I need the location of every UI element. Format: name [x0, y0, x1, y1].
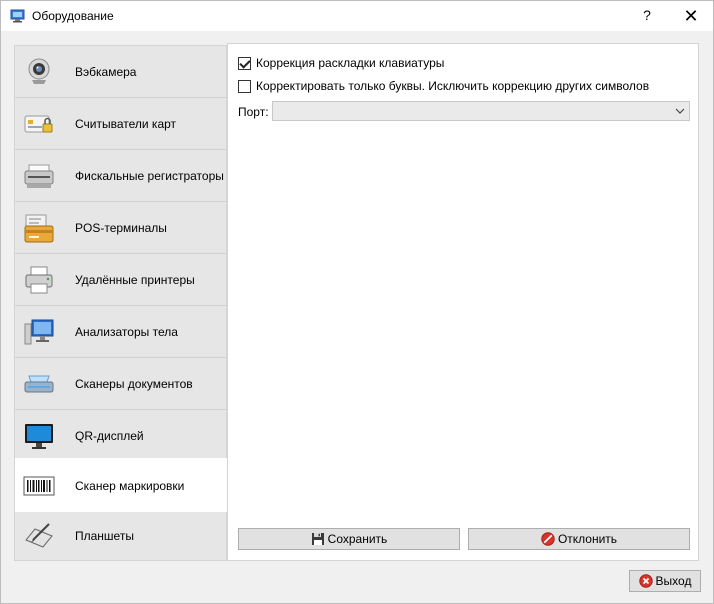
sidebar-item-label: QR-дисплей: [75, 429, 144, 443]
cancel-icon: [541, 532, 555, 546]
port-label: Порт:: [238, 105, 269, 119]
pos-terminal-icon: [24, 214, 54, 243]
reject-button[interactable]: Отклонить: [468, 528, 690, 550]
keyboard-layout-correction-label: Коррекция раскладки клавиатуры: [256, 56, 445, 70]
title-bar: Оборудование ? ✕: [1, 1, 713, 31]
exit-button-label: Выход: [655, 574, 692, 588]
checkbox-checked[interactable]: [238, 56, 251, 70]
chevron-down-icon: [675, 108, 685, 114]
sidebar-item-label: Сканер маркировки: [75, 479, 185, 493]
card-reader-icon: [24, 115, 53, 133]
tablet-icon: [25, 523, 53, 548]
sidebar-item-label: Анализаторы тела: [75, 325, 178, 339]
sidebar-item-label: Планшеты: [75, 529, 134, 543]
sidebar-item-qr-display[interactable]: QR-дисплей: [15, 410, 226, 462]
keyboard-layout-correction-checkbox[interactable]: Коррекция раскладки клавиатуры: [238, 55, 444, 71]
sidebar-item-marking-scanner[interactable]: Сканер маркировки: [15, 458, 231, 512]
close-button[interactable]: ✕: [677, 5, 705, 27]
help-button[interactable]: ?: [641, 7, 653, 25]
webcam-icon: [28, 58, 50, 84]
equipment-window: Оборудование ? ✕ Вэбкамера Считыватели к…: [0, 0, 714, 604]
sidebar-item-document-scanners[interactable]: Сканеры документов: [15, 358, 226, 410]
exit-button[interactable]: Выход: [629, 570, 701, 592]
sidebar-item-label: Сканеры документов: [75, 377, 193, 391]
close-circle-icon: [638, 574, 653, 588]
body-analyzer-icon: [24, 319, 54, 345]
sidebar-item-fiscal-registers[interactable]: Фискальные регистраторы: [15, 150, 226, 202]
sidebar-item-body-analyzers[interactable]: Анализаторы тела: [15, 306, 226, 358]
computer-icon: [10, 9, 25, 23]
floppy-disk-icon: [311, 533, 324, 545]
equipment-sidebar: Вэбкамера Считыватели карт Фискальные ре…: [14, 45, 231, 561]
letters-only-checkbox[interactable]: Корректировать только буквы. Исключить к…: [238, 78, 649, 94]
reject-button-label: Отклонить: [557, 532, 618, 546]
document-scanner-icon: [24, 375, 54, 393]
printer-icon: [25, 266, 53, 294]
fiscal-printer-icon: [24, 164, 54, 188]
save-button-label: Сохранить: [327, 532, 388, 546]
sidebar-item-pos-terminals[interactable]: POS-терминалы: [15, 202, 226, 254]
barcode-icon: [23, 476, 55, 496]
window-title: Оборудование: [32, 9, 114, 23]
sidebar-item-label: POS-терминалы: [75, 221, 167, 235]
sidebar-item-label: Фискальные регистраторы: [75, 169, 224, 183]
sidebar-item-label: Удалённые принтеры: [75, 273, 195, 287]
sidebar-item-webcam[interactable]: Вэбкамера: [15, 46, 226, 98]
port-select[interactable]: [272, 101, 690, 121]
sidebar-item-label: Вэбкамера: [75, 65, 137, 79]
letters-only-label: Корректировать только буквы. Исключить к…: [256, 79, 650, 93]
settings-panel: Коррекция раскладки клавиатуры Корректир…: [227, 43, 699, 561]
monitor-icon: [25, 424, 53, 449]
sidebar-item-tablets[interactable]: Планшеты: [15, 512, 226, 560]
sidebar-item-label: Считыватели карт: [75, 117, 177, 131]
save-button[interactable]: Сохранить: [238, 528, 460, 550]
checkbox-unchecked[interactable]: [238, 79, 251, 93]
sidebar-item-card-readers[interactable]: Считыватели карт: [15, 98, 226, 150]
sidebar-item-remote-printers[interactable]: Удалённые принтеры: [15, 254, 226, 306]
